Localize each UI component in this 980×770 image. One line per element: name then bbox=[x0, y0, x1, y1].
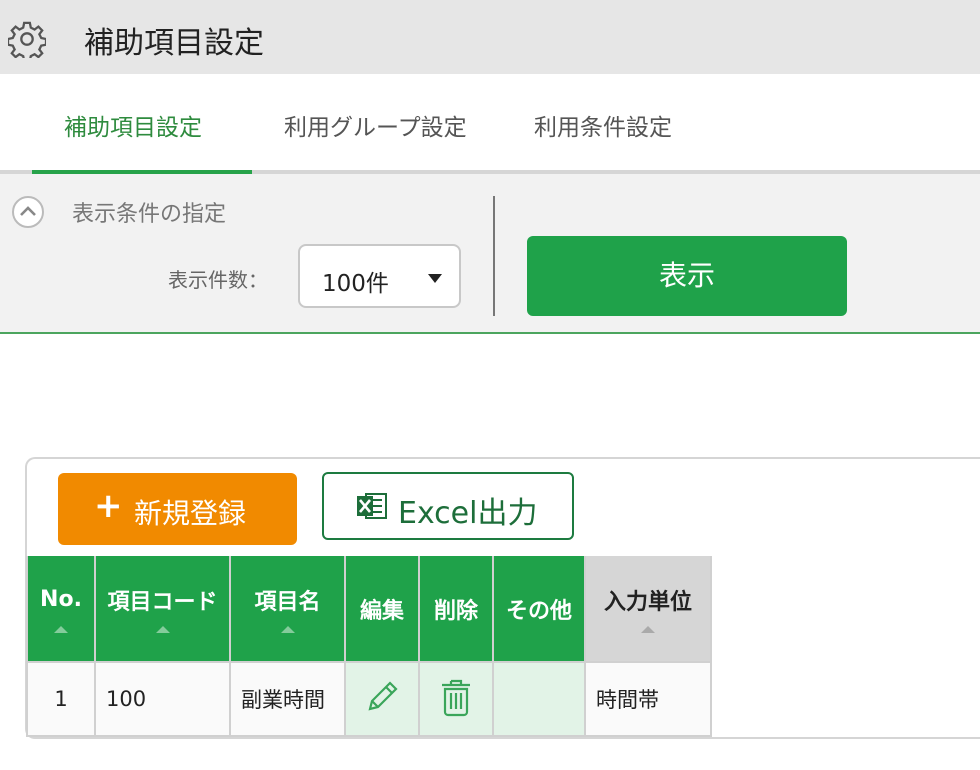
page-title: 補助項目設定 bbox=[84, 26, 264, 61]
excel-export-label: Excel出力 bbox=[398, 496, 538, 531]
new-register-label: 新規登録 bbox=[134, 497, 247, 530]
cell-edit bbox=[344, 661, 420, 737]
col-header-other: その他 bbox=[492, 556, 586, 663]
col-header-code[interactable]: 項目コード bbox=[94, 556, 231, 663]
count-select-value: 100件 bbox=[322, 271, 389, 297]
excel-icon bbox=[357, 493, 387, 519]
tab-auxiliary-settings[interactable]: 補助項目設定 bbox=[64, 108, 202, 142]
gear-icon[interactable] bbox=[8, 20, 46, 58]
excel-export-button[interactable]: Excel出力 bbox=[322, 472, 574, 540]
sort-icon bbox=[641, 626, 655, 633]
cell-unit: 時間帯 bbox=[584, 661, 712, 737]
items-table: No. 項目コード 項目名 編集 削除 その他 入力単位 1 100 副業時間 bbox=[26, 556, 712, 737]
tab-bar: 補助項目設定 利用グループ設定 利用条件設定 bbox=[0, 74, 980, 174]
page-header: 補助項目設定 bbox=[0, 0, 980, 74]
cell-name: 副業時間 bbox=[229, 661, 346, 737]
caret-down-icon bbox=[428, 274, 442, 283]
col-header-delete: 削除 bbox=[418, 556, 494, 663]
sort-icon bbox=[280, 626, 295, 633]
collapse-button[interactable] bbox=[12, 196, 44, 228]
cell-other bbox=[492, 661, 586, 737]
col-header-no[interactable]: No. bbox=[26, 556, 96, 663]
table-row: 1 100 副業時間 時間帯 bbox=[26, 661, 712, 737]
show-button[interactable]: 表示 bbox=[527, 236, 847, 316]
filter-heading: 表示条件の指定 bbox=[72, 202, 227, 227]
sort-icon bbox=[155, 626, 170, 633]
count-select[interactable]: 100件 bbox=[298, 244, 461, 308]
cell-delete bbox=[418, 661, 494, 737]
cell-code: 100 bbox=[94, 661, 231, 737]
count-label: 表示件数： bbox=[168, 268, 268, 292]
new-register-button[interactable]: + 新規登録 bbox=[58, 473, 297, 545]
filter-panel: 表示条件の指定 表示件数： 100件 表示 bbox=[0, 174, 980, 334]
plus-icon: + bbox=[94, 486, 123, 526]
col-header-edit: 編集 bbox=[344, 556, 420, 663]
trash-icon[interactable] bbox=[438, 676, 474, 718]
tab-group-settings[interactable]: 利用グループ設定 bbox=[284, 108, 467, 142]
chevron-up-icon bbox=[20, 206, 36, 216]
col-header-name[interactable]: 項目名 bbox=[229, 556, 346, 663]
pencil-icon[interactable] bbox=[362, 677, 402, 717]
cell-no: 1 bbox=[26, 661, 96, 737]
divider bbox=[493, 196, 495, 316]
table-header-row: No. 項目コード 項目名 編集 削除 その他 入力単位 bbox=[26, 556, 712, 663]
tab-condition-settings[interactable]: 利用条件設定 bbox=[534, 108, 672, 142]
sort-icon bbox=[54, 626, 68, 633]
col-header-unit[interactable]: 入力単位 bbox=[584, 556, 712, 663]
